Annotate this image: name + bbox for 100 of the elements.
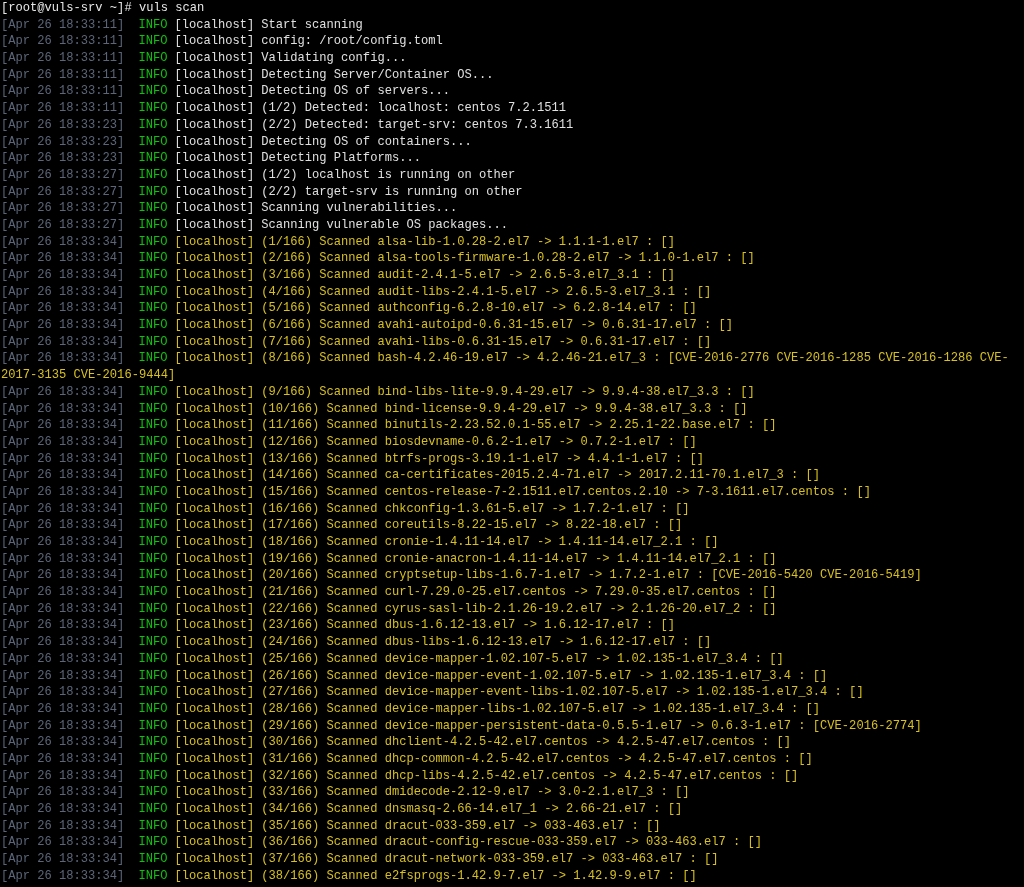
timestamp: [Apr 26 18:33:34] [1,584,125,601]
log-level: INFO [138,300,168,318]
log-message: (12/166) Scanned biosdevname-0.6.2-1.el7 -> 0.7.2-1.el7 : [] [261,433,697,451]
host-tag: [localhost] [174,267,255,284]
log-message: (33/166) Scanned dmidecode-2.12-9.el7 -> 3.0-2.1.el7_3 : [] [261,784,690,801]
timestamp: [Apr 26 18:33:34] [1,467,125,484]
log-level: INFO [138,834,168,852]
log-message: (14/166) Scanned ca-certificates-2015.2.4-71.el7 -> 2017.2.11-70.1.el7_3 : [] [261,467,821,484]
timestamp: [Apr 26 18:33:34] [1,534,125,551]
host-tag: [localhost] [174,216,255,234]
log-message: (2/2) target-srv is running on other [261,183,523,201]
log-level: INFO [138,283,168,301]
log-message: (29/166) Scanned device-mapper-persistent-data-0.5.5-1.el7 -> 0.6.3-1.el7 : [CVE-2016-2774] [261,717,922,735]
timestamp: [Apr 26 18:33:23] [1,150,125,167]
log-message: (21/166) Scanned curl-7.29.0-25.el7.centos -> 7.29.0-35.el7.centos : [] [261,584,777,601]
timestamp: [Apr 26 18:33:11] [1,100,125,117]
command-prompt: [root@vuls-srv ~]# vuls scan [1,0,205,17]
log-level: INFO [138,267,168,284]
log-level: INFO [138,801,168,818]
log-level: INFO [138,166,168,184]
host-tag: [localhost] [174,250,255,267]
log-level: INFO [138,183,168,201]
host-tag: [localhost] [174,867,255,885]
timestamp: [Apr 26 18:33:11] [1,33,125,51]
timestamp: [Apr 26 18:33:34] [1,851,125,868]
host-tag: [localhost] [174,817,255,835]
log-level: INFO [138,216,168,234]
log-level: INFO [138,500,168,518]
host-tag: [localhost] [174,450,255,468]
timestamp: [Apr 26 18:33:34] [1,767,125,785]
timestamp: [Apr 26 18:33:34] [1,250,125,267]
timestamp: [Apr 26 18:33:27] [1,166,125,184]
log-message: (19/166) Scanned cronie-anacron-1.4.11-14.el7 -> 1.4.11-14.el7_2.1 : [] [261,550,777,568]
host-tag: [localhost] [174,183,255,201]
log-message: (27/166) Scanned device-mapper-event-libs-1.02.107-5.el7 -> 1.02.135-1.el7_3.4 : [] [261,684,864,701]
log-message: 2017-3135 CVE-2016-9444] [1,367,176,384]
log-level: INFO [138,634,168,651]
log-message: (6/166) Scanned avahi-autoipd-0.6.31-15.el7 -> 0.6.31-17.el7 : [] [261,317,733,334]
log-message: (24/166) Scanned dbus-libs-1.6.12-13.el7 -> 1.6.12-17.el7 : [] [261,634,712,651]
log-message: (3/166) Scanned audit-2.4.1-5.el7 -> 2.6.5-3.el7_3.1 : [] [261,267,675,284]
host-tag: [localhost] [174,300,255,318]
log-message: Detecting Platforms... [261,150,421,167]
log-level: INFO [138,684,168,701]
timestamp: [Apr 26 18:33:34] [1,283,125,301]
log-level: INFO [138,517,168,534]
log-level: INFO [138,116,168,134]
timestamp: [Apr 26 18:33:34] [1,417,125,434]
log-message: (7/166) Scanned avahi-libs-0.6.31-15.el7 -> 0.6.31-17.el7 : [] [261,333,712,351]
timestamp: [Apr 26 18:33:34] [1,667,125,685]
host-tag: [localhost] [174,350,255,368]
host-tag: [localhost] [174,684,255,701]
host-tag: [localhost] [174,517,255,534]
log-level: INFO [138,717,168,735]
timestamp: [Apr 26 18:33:34] [1,634,125,651]
timestamp: [Apr 26 18:33:11] [1,83,125,101]
host-tag: [localhost] [174,534,255,551]
timestamp: [Apr 26 18:33:34] [1,267,125,284]
host-tag: [localhost] [174,16,255,34]
log-message: Scanning vulnerabilities... [261,200,458,217]
host-tag: [localhost] [174,66,255,84]
log-message: Start scanning [261,16,363,34]
log-message: (17/166) Scanned coreutils-8.22-15.el7 -> 8.22-18.el7 : [] [261,517,683,534]
log-level: INFO [138,433,168,451]
log-level: INFO [138,33,168,51]
host-tag: [localhost] [174,467,255,484]
log-level: INFO [138,133,168,151]
log-level: INFO [138,650,168,668]
log-message: (38/166) Scanned e2fsprogs-1.42.9-7.el7 -> 1.42.9-9.el7 : [] [261,867,697,885]
log-message: (36/166) Scanned dracut-config-rescue-033-359.el7 -> 033-463.el7 : [] [261,834,763,852]
timestamp: [Apr 26 18:33:34] [1,300,125,318]
timestamp: [Apr 26 18:33:34] [1,233,125,251]
log-level: INFO [138,66,168,84]
log-message: (5/166) Scanned authconfig-6.2.8-10.el7 -> 6.2.8-14.el7 : [] [261,300,697,318]
host-tag: [localhost] [174,83,255,101]
log-message: (22/166) Scanned cyrus-sasl-lib-2.1.26-19.2.el7 -> 2.1.26-20.el7_2 : [] [261,600,777,618]
host-tag: [localhost] [174,133,255,151]
log-level: INFO [138,50,168,67]
log-message: (30/166) Scanned dhclient-4.2.5-42.el7.centos -> 4.2.5-47.el7.centos : [] [261,734,792,751]
timestamp: [Apr 26 18:33:34] [1,333,125,351]
log-message: (37/166) Scanned dracut-network-033-359.el7 -> 033-463.el7 : [] [261,851,719,868]
log-level: INFO [138,584,168,601]
timestamp: [Apr 26 18:33:34] [1,650,125,668]
host-tag: [localhost] [174,834,255,852]
log-level: INFO [138,383,168,401]
host-tag: [localhost] [174,116,255,134]
log-message: Validating config... [261,50,407,67]
host-tag: [localhost] [174,333,255,351]
host-tag: [localhost] [174,784,255,801]
host-tag: [localhost] [174,283,255,301]
log-message: (32/166) Scanned dhcp-libs-4.2.5-42.el7.centos -> 4.2.5-47.el7.centos : [] [261,767,799,785]
log-level: INFO [138,734,168,751]
timestamp: [Apr 26 18:33:34] [1,784,125,801]
log-message: Scanning vulnerable OS packages... [261,216,509,234]
timestamp: [Apr 26 18:33:34] [1,400,125,418]
log-message: (15/166) Scanned centos-release-7-2.1511.el7.centos.2.10 -> 7-3.1611.el7.centos : [] [261,483,871,501]
timestamp: [Apr 26 18:33:11] [1,50,125,67]
log-message: (16/166) Scanned chkconfig-1.3.61-5.el7 -> 1.7.2-1.el7 : [] [261,500,690,518]
timestamp: [Apr 26 18:33:34] [1,817,125,835]
host-tag: [localhost] [174,317,255,334]
log-message: config: /root/config.toml [261,33,443,51]
